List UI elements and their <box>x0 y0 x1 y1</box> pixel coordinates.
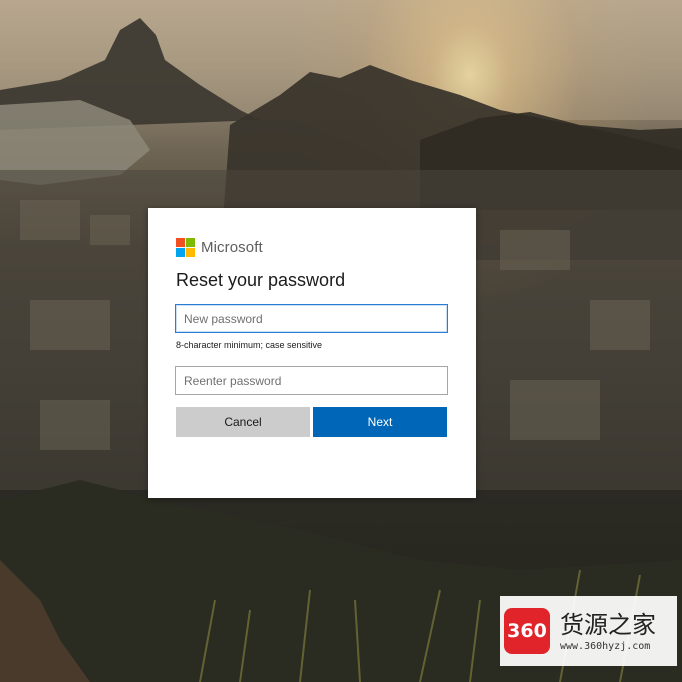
watermark-text: 货源之家 www.360hyzj.com <box>560 611 656 652</box>
site-watermark: 360 货源之家 www.360hyzj.com <box>500 596 677 666</box>
page-title: Reset your password <box>176 270 346 290</box>
watermark-badge: 360 <box>504 608 550 654</box>
watermark-title: 货源之家 <box>560 610 656 639</box>
logo-square-red <box>176 237 185 247</box>
logo-square-green <box>186 237 195 247</box>
microsoft-brand: Microsoft <box>176 237 263 257</box>
microsoft-logo-icon <box>176 237 195 257</box>
brand-name: Microsoft <box>201 238 263 256</box>
reenter-password-input[interactable] <box>175 366 448 395</box>
password-hint: 8-character minimum; case sensitive <box>176 340 323 350</box>
reset-password-dialog: Microsoft Reset your password 8-characte… <box>148 208 476 498</box>
new-password-input[interactable] <box>175 304 448 333</box>
logo-square-yellow <box>186 247 195 257</box>
next-button[interactable]: Next <box>313 407 447 437</box>
logo-square-blue <box>176 247 185 257</box>
cancel-button[interactable]: Cancel <box>176 407 310 437</box>
background-photo: Microsoft Reset your password 8-characte… <box>0 0 682 682</box>
watermark-url: www.360hyzj.com <box>560 640 651 652</box>
